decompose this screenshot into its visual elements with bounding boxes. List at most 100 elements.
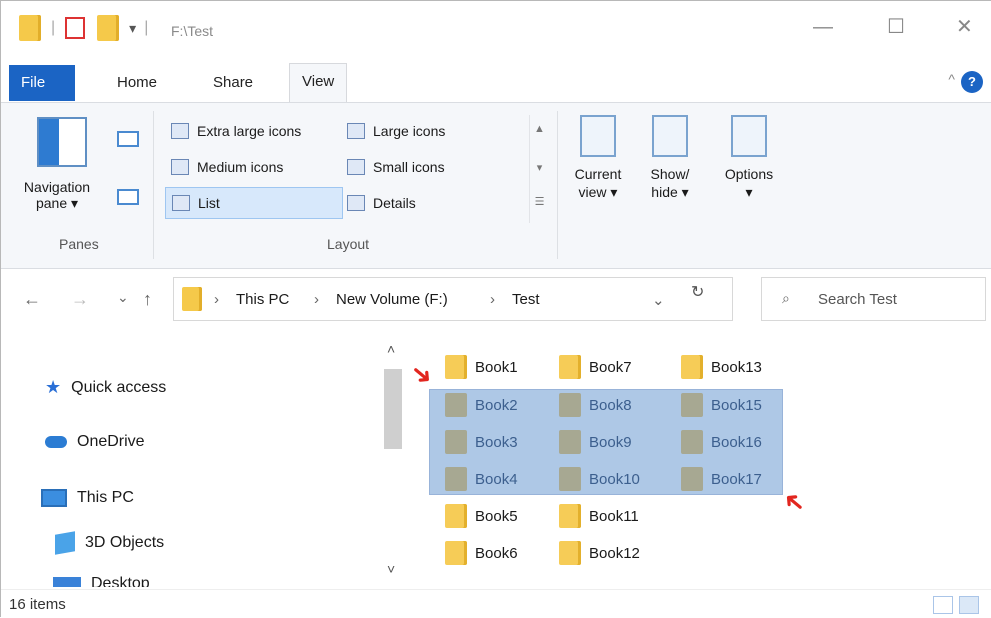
file-item-book10[interactable]: Book10 [559,467,640,491]
layout-medium-icons[interactable]: Medium icons [171,151,283,183]
details-view-icon[interactable] [933,596,953,614]
file-name: Book1 [475,358,518,376]
breadcrumb-separator: › [490,291,495,308]
file-item-book11[interactable]: Book11 [559,504,639,528]
navigation-pane-button[interactable]: Navigation pane ▾ [7,179,107,212]
file-item-book5[interactable]: Book5 [445,504,518,528]
file-name: Book7 [589,358,632,376]
file-item-book15[interactable]: Book15 [681,393,762,417]
nav-item-this-pc[interactable]: This PC [41,489,134,507]
scroll-up-button[interactable]: ˄ [387,341,395,357]
nav-item-quick-access[interactable]: ★ Quick access [45,377,166,398]
qa-separator-2: | [144,19,149,36]
current-view-icon [580,115,616,157]
gallery-expand[interactable]: ☰ [530,195,549,208]
show-hide-button[interactable]: Show/ hide ▾ [637,115,703,201]
file-item-book1[interactable]: Book1 [445,355,518,379]
gallery-scroll-down[interactable]: ▾ [530,161,549,174]
file-item-book16[interactable]: Book16 [681,430,762,454]
scrollbar-thumb[interactable] [384,369,402,449]
properties-icon[interactable] [65,17,86,39]
qa-separator: | [51,19,56,36]
address-row: ← → ⌄ ↑ › This PC › New Volume (F:) › Te… [1,269,991,331]
monitor-icon [41,489,67,507]
folder-icon [182,287,202,311]
help-icon[interactable]: ? [961,71,983,93]
details-icon [347,195,365,211]
breadcrumb-separator: › [214,291,219,308]
refresh-button[interactable]: ↻ [691,282,704,302]
file-item-book3[interactable]: Book3 [445,430,518,454]
address-bar[interactable]: › This PC › New Volume (F:) › Test ⌄ [173,277,733,321]
file-name: Book5 [475,507,518,525]
file-name: Book2 [475,396,518,414]
navigation-pane-icon[interactable] [37,117,87,167]
folder-icon [681,467,703,491]
file-name: Book3 [475,433,518,451]
file-item-book13[interactable]: Book13 [681,355,762,379]
layout-gallery: Extra large icons Large icons Medium ico… [161,115,551,223]
nav-item-label: Quick access [71,378,167,396]
layout-details[interactable]: Details [347,187,416,219]
new-folder-icon[interactable] [97,15,120,41]
breadcrumb-this-pc[interactable]: This PC [236,291,289,308]
current-view-label: Current [574,166,622,182]
file-item-book4[interactable]: Book4 [445,467,518,491]
quick-access-toolbar: | ▾ | [19,15,148,41]
layout-large-icons[interactable]: Large icons [347,115,445,147]
file-name: Book9 [589,433,632,451]
folder-icon [559,355,581,379]
folder-icon [681,393,703,417]
nav-item-onedrive[interactable]: OneDrive [45,433,145,451]
current-view-dropdown: view ▾ [578,184,618,200]
cube-icon [55,531,75,555]
tab-view[interactable]: View [289,63,348,103]
folder-icon [445,504,467,528]
preview-pane-icon[interactable] [117,131,139,147]
breadcrumb-test[interactable]: Test [512,291,540,308]
file-item-book9[interactable]: Book9 [559,430,632,454]
gallery-scroll-up[interactable]: ▲ [530,123,549,135]
recent-locations-button[interactable]: ⌄ [117,289,129,306]
tab-home[interactable]: Home [105,65,169,101]
address-dropdown[interactable]: ⌄ [652,291,665,309]
show-hide-dropdown: hide ▾ [651,184,689,200]
collapse-ribbon-icon[interactable]: ^ [948,71,955,87]
large-icons-view-icon[interactable] [959,596,979,614]
file-list: Book1 Book2 Book3 Book4 Book5 Book6 Book… [404,331,991,587]
file-item-book17[interactable]: Book17 [681,467,762,491]
options-button[interactable]: Options ▾ [709,115,789,201]
back-button[interactable]: ← [23,289,41,310]
breadcrumb-new-volume[interactable]: New Volume (F:) [336,291,448,308]
file-item-book2[interactable]: Book2 [445,393,518,417]
layout-item-label: Extra large icons [197,123,302,139]
layout-item-label: List [198,195,220,211]
layout-item-label: Details [373,195,416,211]
forward-button[interactable]: → [71,289,89,310]
layout-extra-large-icons[interactable]: Extra large icons [171,115,301,147]
panes-group-label: Panes [59,236,99,252]
file-item-book8[interactable]: Book8 [559,393,632,417]
customize-qa-dropdown[interactable]: ▾ [129,20,136,37]
file-item-book6[interactable]: Book6 [445,541,518,565]
close-button[interactable]: ✕ [956,17,973,37]
file-item-book7[interactable]: Book7 [559,355,632,379]
minimize-button[interactable]: — [813,17,833,37]
details-pane-icon[interactable] [117,189,139,205]
nav-pane-scrollbar[interactable]: ˄ ˅ [381,341,407,581]
options-dropdown: ▾ [745,184,753,200]
nav-item-desktop[interactable]: Desktop [53,575,150,587]
layout-small-icons[interactable]: Small icons [347,151,445,183]
nav-item-3d-objects[interactable]: 3D Objects [55,531,164,555]
layout-list[interactable]: List [165,187,343,219]
file-name: Book8 [589,396,632,414]
tab-file[interactable]: File [9,65,75,101]
search-box[interactable]: ⌕ Search Test [761,277,986,321]
file-item-book12[interactable]: Book12 [559,541,640,565]
maximize-button[interactable]: ☐ [887,17,905,37]
extra-large-icons-icon [171,123,189,139]
tab-share[interactable]: Share [201,65,265,101]
current-view-button[interactable]: Current view ▾ [563,115,633,201]
up-button[interactable]: ↑ [143,289,152,310]
scroll-down-button[interactable]: ˅ [387,561,395,577]
